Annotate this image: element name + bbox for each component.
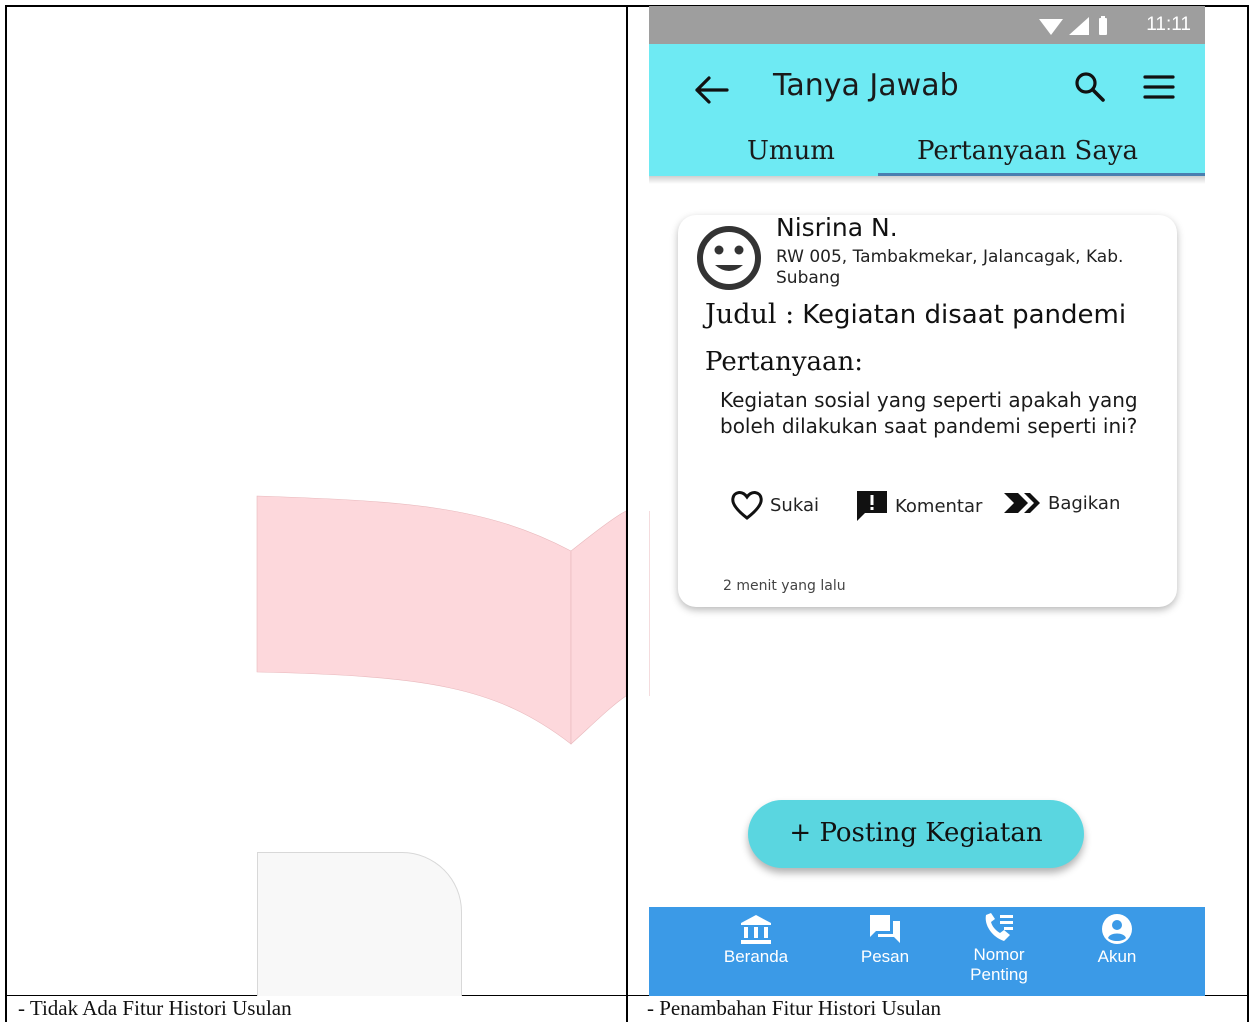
table-border-right [1247, 5, 1249, 1022]
heart-icon [731, 491, 763, 520]
status-time: 11:11 [1146, 14, 1191, 35]
table-divider-middle [626, 5, 628, 1022]
battery-icon [1099, 16, 1107, 35]
comment-button[interactable]: Komentar [855, 489, 982, 523]
question-title: Judul : Kegiatan disaat pandemi [705, 299, 1126, 330]
share-button[interactable]: Bagikan [1002, 489, 1120, 517]
judul-value: Kegiatan disaat pandemi [802, 300, 1127, 330]
app-bar-shadow [649, 176, 1205, 184]
bottom-nav: Beranda Pesan Nomor Penting Akun [649, 907, 1205, 996]
back-arrow-icon[interactable] [691, 70, 731, 110]
nav-label-akun: Akun [1097, 947, 1137, 966]
pertanyaan-text: Kegiatan sosial yang seperti apakah yang… [720, 388, 1138, 438]
status-bar: 11:11 [649, 6, 1205, 44]
left-panel [6, 6, 626, 996]
tab-pertanyaan-saya[interactable]: Pertanyaan Saya [917, 136, 1138, 166]
pink-open-book-shape [256, 495, 626, 745]
page-title: Tanya Jawab [773, 68, 959, 103]
share-label: Bagikan [1048, 492, 1121, 514]
post-timestamp: 2 menit yang lalu [723, 578, 846, 594]
app-bar: Tanya Jawab Umum Pertanyaan Saya [649, 44, 1205, 176]
like-button[interactable]: Sukai [730, 489, 819, 521]
judul-label: Judul : [705, 299, 795, 330]
user-name: Nisrina N. [776, 213, 898, 242]
nav-item-nomor-penting[interactable]: Nomor Penting [944, 913, 1054, 985]
nav-label-beranda: Beranda [723, 947, 789, 966]
caption-left: - Tidak Ada Fitur Histori Usulan [18, 996, 292, 1020]
user-location: RW 005, Tambakmekar, Jalancagak, Kab. Su… [776, 247, 1124, 288]
nav-label-nomor-penting: Nomor Penting [970, 945, 1028, 984]
status-icons [1037, 15, 1127, 41]
tab-umum[interactable]: Umum [747, 136, 835, 166]
comment-label: Komentar [895, 495, 983, 517]
phone-screen: 11:11 Tanya Jawab Umum Pertanyaan Saya N… [649, 6, 1205, 996]
account-icon [1102, 914, 1132, 944]
menu-icon[interactable] [1143, 74, 1175, 100]
nav-item-akun[interactable]: Akun [1062, 913, 1172, 967]
signal-icon [1069, 17, 1089, 35]
wifi-icon [1039, 19, 1063, 35]
grey-card-shape [257, 852, 462, 996]
share-arrow-icon [1004, 493, 1040, 513]
search-icon[interactable] [1073, 70, 1107, 104]
caption-right: - Penambahan Fitur Histori Usulan [647, 996, 941, 1020]
smiley-avatar-icon [697, 226, 761, 290]
bank-icon [741, 915, 771, 944]
nav-item-beranda[interactable]: Beranda [701, 913, 811, 967]
nav-label-pesan: Pesan [860, 947, 910, 966]
nav-item-pesan[interactable]: Pesan [830, 913, 940, 967]
question-card[interactable]: Nisrina N. RW 005, Tambakmekar, Jalancag… [678, 213, 1177, 607]
like-label: Sukai [770, 494, 819, 516]
comment-alert-icon [857, 491, 887, 521]
phone-book-icon [985, 913, 1013, 941]
posting-kegiatan-button[interactable]: + Posting Kegiatan [748, 800, 1084, 868]
pertanyaan-label: Pertanyaan: [705, 347, 864, 377]
chat-icon [870, 915, 900, 943]
